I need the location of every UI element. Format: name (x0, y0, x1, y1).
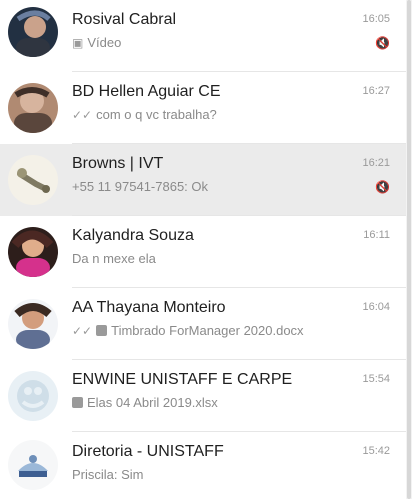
chat-preview-text: Da n mexe ela (72, 251, 156, 266)
double-check-icon: ✓✓ (72, 107, 93, 122)
double-check-icon: ✓✓ (72, 323, 93, 338)
chat-list: Rosival Cabral 16:05 ▣ Vídeo 🔇 BD Hellen… (0, 0, 412, 499)
chat-item-kalyandra[interactable]: Kalyandra Souza 16:11 Da n mexe ela (0, 216, 406, 288)
chat-preview-text: Vídeo (87, 35, 122, 50)
chat-name: ENWINE UNISTAFF E CARPE (72, 371, 293, 388)
avatar (8, 7, 58, 57)
chat-name: Rosival Cabral (72, 11, 177, 28)
chat-preview: +55 11 97541-7865: Ok (72, 179, 208, 194)
chat-preview-text: com o q vc trabalha? (96, 107, 217, 122)
document-icon (96, 325, 108, 336)
chat-time: 15:54 (362, 373, 390, 385)
avatar (8, 371, 58, 421)
chat-name: AA Thayana Monteiro (72, 299, 226, 316)
avatar (8, 299, 58, 349)
chat-preview: Elas 04 Abril 2019.xlsx (72, 395, 218, 410)
chat-preview: Priscila: Sim (72, 467, 144, 482)
chat-name: Browns | IVT (72, 155, 164, 172)
chat-preview-text: Elas 04 Abril 2019.xlsx (87, 395, 218, 410)
chat-preview: ✓✓ Timbrado ForManager 2020.docx (72, 323, 304, 338)
chat-item-rosival[interactable]: Rosival Cabral 16:05 ▣ Vídeo 🔇 (0, 0, 406, 72)
chat-time: 16:27 (362, 85, 390, 97)
chat-item-thayana[interactable]: AA Thayana Monteiro 16:04 ✓✓ Timbrado Fo… (0, 288, 406, 360)
chat-preview-text: Priscila: Sim (72, 467, 144, 482)
chat-name: BD Hellen Aguiar CE (72, 83, 221, 100)
chat-preview-text: Timbrado ForManager 2020.docx (111, 323, 304, 338)
avatar (8, 155, 58, 205)
chat-item-enwine[interactable]: ENWINE UNISTAFF E CARPE 15:54 Elas 04 Ab… (0, 360, 406, 432)
chat-preview: Da n mexe ela (72, 251, 156, 266)
chat-preview-text: +55 11 97541-7865: Ok (72, 179, 209, 194)
scrollbar-thumb[interactable] (407, 0, 411, 499)
avatar (8, 440, 58, 490)
chat-time: 16:11 (363, 229, 390, 241)
chat-item-hellen[interactable]: BD Hellen Aguiar CE 16:27 ✓✓ com o q vc … (0, 72, 406, 144)
chat-time: 16:04 (362, 301, 390, 313)
document-icon (72, 397, 83, 408)
chat-time: 16:21 (362, 157, 390, 169)
video-icon: ▣ (72, 35, 84, 50)
chat-preview: ▣ Vídeo (72, 35, 121, 50)
chat-preview: ✓✓ com o q vc trabalha? (72, 107, 217, 122)
chat-item-diretoria[interactable]: Diretoria - UNISTAFF 15:42 Priscila: Sim (0, 432, 406, 499)
chat-item-browns[interactable]: Browns | IVT 16:21 +55 11 97541-7865: Ok… (0, 144, 406, 216)
chat-time: 16:05 (362, 13, 390, 25)
avatar (8, 227, 58, 277)
scrollbar[interactable] (406, 0, 412, 499)
chat-name: Diretoria - UNISTAFF (72, 443, 224, 460)
avatar (8, 83, 58, 133)
chat-time: 15:42 (362, 445, 390, 457)
muted-icon: 🔇 (375, 36, 390, 50)
chat-name: Kalyandra Souza (72, 227, 194, 244)
muted-icon: 🔇 (375, 180, 390, 194)
